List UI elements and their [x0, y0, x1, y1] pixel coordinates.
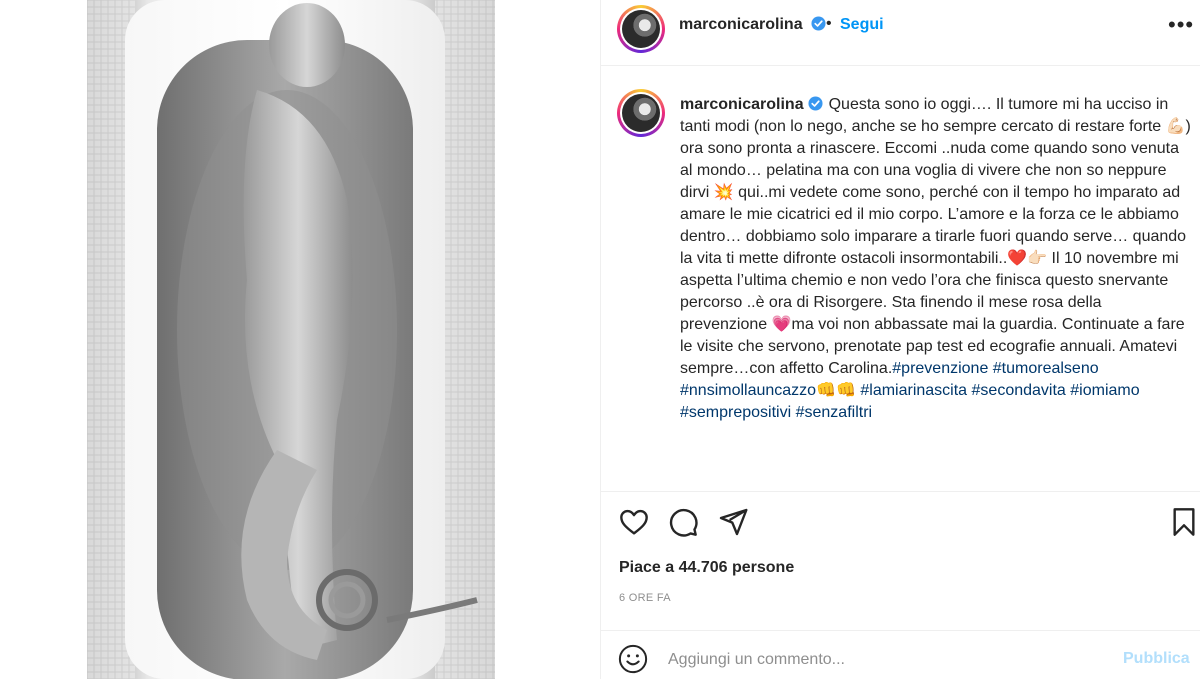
- verified-badge-icon: [808, 96, 823, 111]
- emoji-smiley-icon: [618, 644, 648, 674]
- publish-button[interactable]: Pubblica: [1123, 650, 1190, 668]
- follow-button[interactable]: Segui: [840, 16, 884, 34]
- likes-count[interactable]: Piace a 44.706 persone: [619, 559, 794, 577]
- comment-button[interactable]: [667, 506, 701, 540]
- paper-plane-icon: [719, 508, 748, 536]
- author-username[interactable]: marconicarolina: [679, 16, 803, 33]
- comment-input[interactable]: [668, 648, 1098, 672]
- caption-body: marconicarolina Questa sono io oggi…. Il…: [680, 94, 1192, 424]
- post-details-panel: marconicarolina • Segui ••• marconicarol…: [601, 0, 1200, 679]
- avatar-image: [622, 94, 660, 132]
- header-separator: •: [826, 15, 832, 32]
- bookmark-icon: [1173, 508, 1195, 536]
- heart-icon: [620, 509, 648, 535]
- avatar-image: [622, 10, 660, 48]
- caption-username[interactable]: marconicarolina: [680, 96, 804, 113]
- post-photo[interactable]: [87, 0, 495, 679]
- bathtub-illustration: [87, 0, 495, 679]
- comment-bubble-icon: [669, 508, 698, 537]
- save-button[interactable]: [1168, 506, 1200, 540]
- share-button[interactable]: [717, 506, 751, 540]
- more-options-button[interactable]: •••: [1168, 12, 1194, 38]
- avatar-ring: [620, 92, 662, 134]
- author-name-group: marconicarolina: [679, 16, 826, 34]
- emoji-button[interactable]: [618, 644, 648, 674]
- like-button[interactable]: [618, 506, 652, 540]
- author-avatar[interactable]: [617, 5, 665, 53]
- caption-text: Questa sono io oggi…. Il tumore mi ha uc…: [680, 96, 1191, 377]
- caption-divider: [601, 491, 1200, 492]
- post-timestamp[interactable]: 6 ORE FA: [619, 592, 671, 604]
- comment-bar: Pubblica: [601, 630, 1200, 679]
- post-actions-bar: [601, 500, 1200, 550]
- verified-badge-icon: [811, 16, 826, 31]
- post-caption: marconicarolina Questa sono io oggi…. Il…: [601, 66, 1200, 491]
- post-header: marconicarolina • Segui •••: [601, 0, 1200, 66]
- caption-author-avatar[interactable]: [617, 89, 665, 137]
- avatar-ring: [620, 8, 662, 50]
